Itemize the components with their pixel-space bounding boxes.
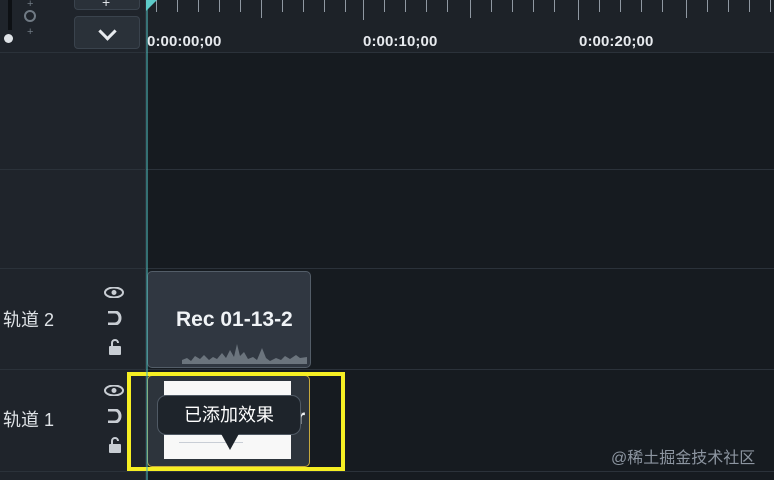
unlock-icon[interactable]	[108, 437, 122, 454]
zoom-slider-handle[interactable]	[4, 34, 13, 43]
timecode-0: 0:00:00;00	[147, 33, 222, 50]
highlight-box	[127, 372, 345, 471]
row-divider	[0, 369, 774, 370]
timecode-20: 0:00:20;00	[579, 33, 654, 50]
row-divider	[0, 268, 774, 269]
eye-icon[interactable]	[104, 383, 124, 397]
track-2-label: 轨道 2	[3, 310, 55, 330]
audio-waveform	[182, 344, 307, 364]
zoom-plus-label: +	[102, 0, 111, 10]
row-divider	[0, 471, 774, 472]
chevron-down-icon	[98, 22, 117, 41]
watermark: @稀土掘金技术社区	[611, 450, 756, 467]
unlock-icon[interactable]	[108, 339, 122, 356]
zoom-slider-track[interactable]	[8, 0, 12, 30]
zoom-plus-small: +	[27, 0, 34, 10]
row-divider	[0, 52, 774, 53]
collapse-button[interactable]	[74, 16, 140, 49]
eye-icon[interactable]	[104, 285, 124, 299]
zoom-plus-button[interactable]: +	[74, 0, 140, 10]
row-divider	[0, 169, 774, 170]
audio-clip[interactable]: Rec 01-13-2	[147, 271, 311, 368]
search-icon[interactable]	[24, 10, 36, 22]
track-1-label: 轨道 1	[3, 410, 55, 430]
playhead-line[interactable]	[146, 0, 148, 480]
ruler-ticks	[146, 0, 774, 20]
zoom-minus-small: +	[27, 26, 34, 38]
magnet-icon[interactable]	[106, 408, 122, 424]
magnet-icon[interactable]	[106, 310, 122, 326]
timecode-10: 0:00:10;00	[363, 33, 438, 50]
playhead-handle[interactable]	[146, 0, 157, 11]
clip-title: Rec 01-13-2	[176, 308, 293, 331]
